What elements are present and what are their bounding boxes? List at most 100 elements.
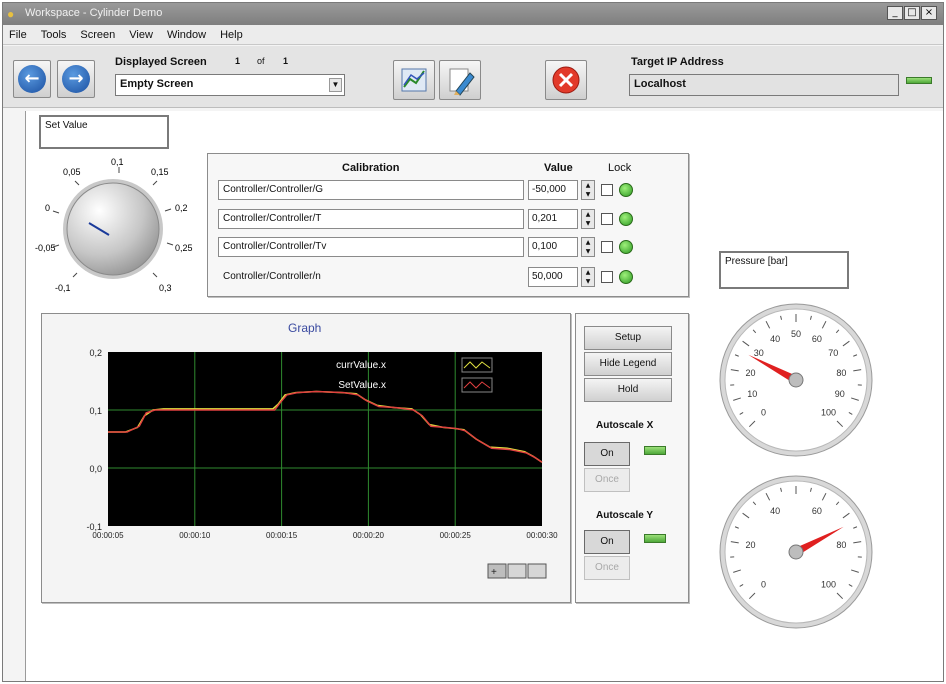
forward-button[interactable]: → (57, 60, 95, 98)
pan-tool-icon[interactable] (527, 563, 547, 579)
status-led (619, 183, 633, 197)
menu-bar: File Tools Screen View Window Help (3, 25, 943, 45)
close-icon[interactable]: × (921, 6, 937, 20)
spinner-arrows-icon[interactable]: ▲ ▼ (581, 267, 595, 287)
autoscale-y-once-button[interactable]: Once (584, 556, 630, 580)
graph-palette[interactable]: + (487, 563, 547, 579)
y-tick-label: 0,2 (89, 348, 102, 358)
calibration-value-field[interactable]: 0,201 (528, 209, 578, 229)
arrow-right-icon: → (62, 65, 90, 93)
gauge-tick-label: 10 (747, 389, 757, 399)
knob-tick-label: 0,1 (111, 157, 124, 167)
window-controls: _ □ × (887, 6, 937, 20)
of-label: of (257, 56, 265, 66)
status-led (619, 270, 633, 284)
calibration-name-field[interactable]: Controller/Controller/n (218, 267, 524, 287)
pressure-label-box[interactable]: Pressure [bar] (719, 251, 849, 289)
set-value-label: Set Value (45, 120, 88, 131)
hold-button[interactable]: Hold (584, 378, 672, 402)
crosshair-glyph: + (491, 567, 497, 578)
gauge-tick-label: 100 (821, 408, 836, 418)
knob-tick-label: -0,05 (35, 243, 56, 253)
app-window: ● Workspace - Cylinder Demo _ □ × File T… (2, 2, 944, 682)
chart-tool-button[interactable] (393, 60, 435, 100)
spinner-arrows-icon[interactable]: ▲ ▼ (581, 237, 595, 257)
gauge-tick-label: 100 (821, 580, 836, 590)
value-header: Value (544, 162, 573, 174)
screen-select[interactable]: Empty Screen ▼ (115, 74, 345, 96)
target-ip-value: Localhost (634, 78, 686, 90)
x-tick-label: 00:00:05 (92, 531, 124, 540)
knob-tick-label: 0,15 (151, 167, 169, 177)
setup-button[interactable]: Setup (584, 326, 672, 350)
menu-view[interactable]: View (129, 29, 153, 41)
menu-tools[interactable]: Tools (41, 29, 67, 41)
minimize-icon[interactable]: _ (887, 6, 903, 20)
gauge-tick-label: 40 (770, 334, 780, 344)
arrow-left-icon: ← (18, 65, 46, 93)
graph-controls-panel: Setup Hide Legend Hold Autoscale X On On… (575, 313, 689, 603)
stop-button[interactable] (545, 60, 587, 100)
lock-checkbox[interactable] (601, 213, 613, 225)
legend-label: currValue.x (336, 360, 386, 371)
hide-legend-button[interactable]: Hide Legend (584, 352, 672, 376)
set-value-box[interactable]: Set Value (39, 115, 169, 149)
gauge-tick-label: 70 (828, 348, 838, 358)
lock-header: Lock (608, 162, 632, 174)
screen-total: 1 (283, 56, 289, 66)
pressure-label: Pressure [bar] (725, 256, 788, 267)
title-bar: ● Workspace - Cylinder Demo _ □ × (3, 3, 943, 25)
autoscale-x-once-button[interactable]: Once (584, 468, 630, 492)
calibration-value-field[interactable]: 50,000 (528, 267, 578, 287)
gauge-tick-label: 50 (791, 329, 801, 339)
status-led (619, 212, 633, 226)
lock-checkbox[interactable] (601, 241, 613, 253)
knob-tick-label: 0 (45, 203, 50, 213)
menu-help[interactable]: Help (220, 29, 243, 41)
autoscale-y-label: Autoscale Y (596, 510, 654, 521)
calibration-name-field[interactable]: Controller/Controller/G (218, 180, 524, 200)
graph-title: Graph (288, 321, 321, 335)
calibration-name-field[interactable]: Controller/Controller/Tv (218, 237, 524, 257)
chevron-down-icon[interactable]: ▼ (329, 78, 342, 92)
back-button[interactable]: ← (13, 60, 51, 98)
screen-select-value: Empty Screen (120, 78, 194, 90)
toolbar: ← → Displayed Screen 1 of 1 Empty Screen… (3, 46, 943, 108)
autoscale-x-on-button[interactable]: On (584, 442, 630, 466)
gauge-tick-label: 0 (761, 408, 766, 418)
gauge-tick-label: 90 (835, 389, 845, 399)
screen-index: 1 (235, 56, 241, 66)
autoscale-x-label: Autoscale X (596, 420, 654, 431)
target-ip-field[interactable]: Localhost (629, 74, 899, 96)
graph-chart[interactable]: Graph 0,20,10,0-0,1 00:00:05 00:00:10 00:0… (42, 314, 570, 602)
menu-window[interactable]: Window (167, 29, 206, 41)
knob-tick-label: 0,05 (63, 167, 81, 177)
calibration-value-field[interactable]: 0,100 (528, 237, 578, 257)
gauge-hub (788, 544, 804, 560)
app-icon: ● (7, 7, 15, 21)
spinner-arrows-icon[interactable]: ▲ ▼ (581, 209, 595, 229)
zoom-tool-icon[interactable] (507, 563, 527, 579)
lock-checkbox[interactable] (601, 271, 613, 283)
maximize-icon[interactable]: □ (904, 6, 920, 20)
spinner-arrows-icon[interactable]: ▲ ▼ (581, 180, 595, 200)
calibration-panel: Calibration Value Lock Controller/Contro… (207, 153, 689, 297)
x-tick-label: 00:00:10 (179, 531, 211, 540)
autoscale-x-led (644, 446, 666, 455)
status-led (619, 240, 633, 254)
x-tick-label: 00:00:15 (266, 531, 298, 540)
gauge-tick-label: 20 (746, 368, 756, 378)
x-tick-label: 00:00:20 (353, 531, 385, 540)
gauge-tick-label: 80 (836, 540, 846, 550)
gauge-tick-label: 60 (812, 334, 822, 344)
edit-tool-button[interactable] (439, 60, 481, 100)
menu-screen[interactable]: Screen (80, 29, 115, 41)
autoscale-y-on-button[interactable]: On (584, 530, 630, 554)
stop-icon (552, 66, 580, 94)
set-value-knob[interactable]: 0,05 0,1 0,15 0,2 0,25 0,3 -0,1 -0,05 0 (33, 153, 203, 298)
calibration-name-field[interactable]: Controller/Controller/T (218, 209, 524, 229)
pencil-icon (449, 68, 475, 96)
lock-checkbox[interactable] (601, 184, 613, 196)
menu-file[interactable]: File (9, 29, 27, 41)
calibration-value-field[interactable]: -50,000 (528, 180, 578, 200)
